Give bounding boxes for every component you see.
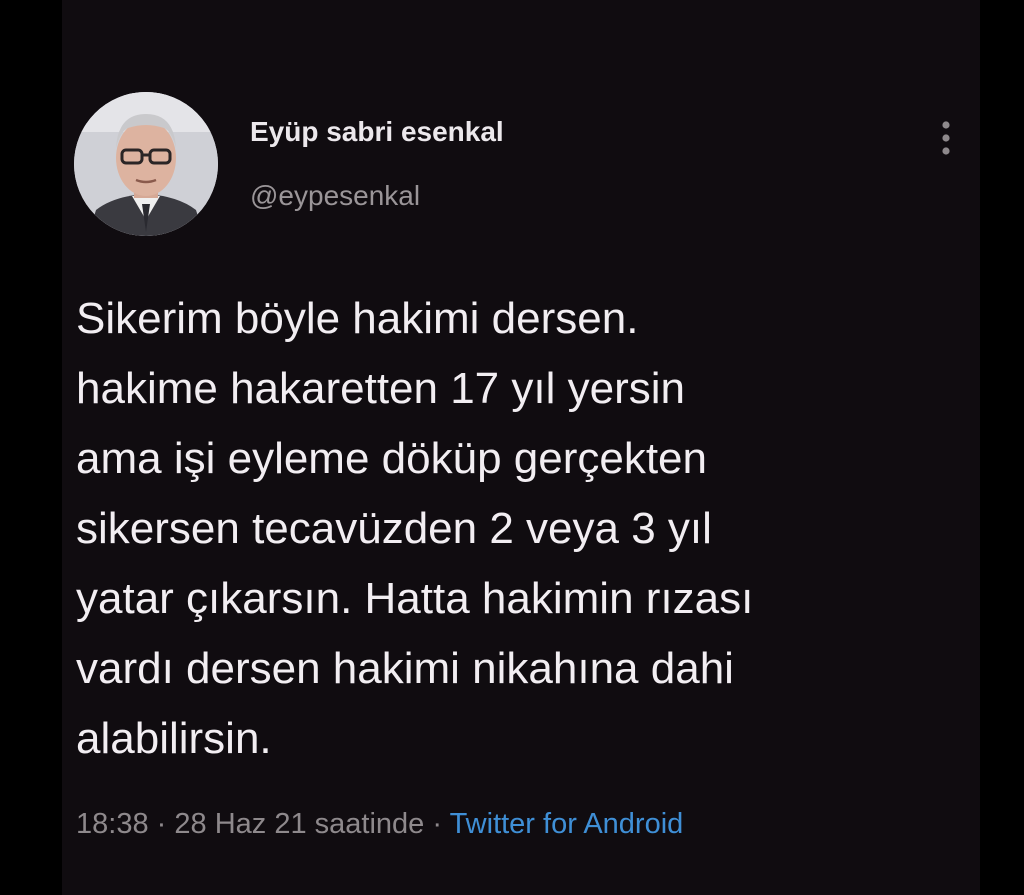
username-handle[interactable]: @eypesenkal: [250, 180, 420, 212]
tweet-text-line: yatar çıkarsın. Hatta hakimin rızası: [76, 574, 754, 623]
tweet-text-line: Sikerim böyle hakimi dersen.: [76, 294, 639, 343]
avatar-portrait-icon: [74, 92, 218, 236]
tweet-text-line: ama işi eyleme döküp gerçekten: [76, 434, 707, 483]
tweet-source-link[interactable]: Twitter for Android: [450, 808, 684, 840]
display-name[interactable]: Eyüp sabri esenkal: [250, 116, 504, 148]
tweet-text-line: vardı dersen hakimi nikahına dahi: [76, 644, 734, 693]
screenshot-frame: Eyüp sabri esenkal @eypesenkal Sikerim b…: [0, 0, 1024, 895]
more-options-button[interactable]: [930, 116, 962, 160]
tweet-time[interactable]: 18:38: [76, 808, 149, 840]
meta-separator: ·: [432, 808, 443, 840]
meta-separator: ·: [156, 808, 167, 840]
tweet-text: Sikerim böyle hakimi dersen. hakime haka…: [76, 284, 966, 774]
vertical-ellipsis-icon: [942, 121, 950, 155]
tweet-text-line: sikersen tecavüzden 2 veya 3 yıl: [76, 504, 712, 553]
tweet-text-line: hakime hakaretten 17 yıl yersin: [76, 364, 685, 413]
tweet-text-line: alabilirsin.: [76, 714, 272, 763]
tweet-metadata: 18:38 · 28 Haz 21 saatinde · Twitter for…: [76, 808, 683, 841]
avatar[interactable]: [74, 92, 218, 236]
tweet-date[interactable]: 28 Haz 21 saatinde: [174, 808, 424, 840]
